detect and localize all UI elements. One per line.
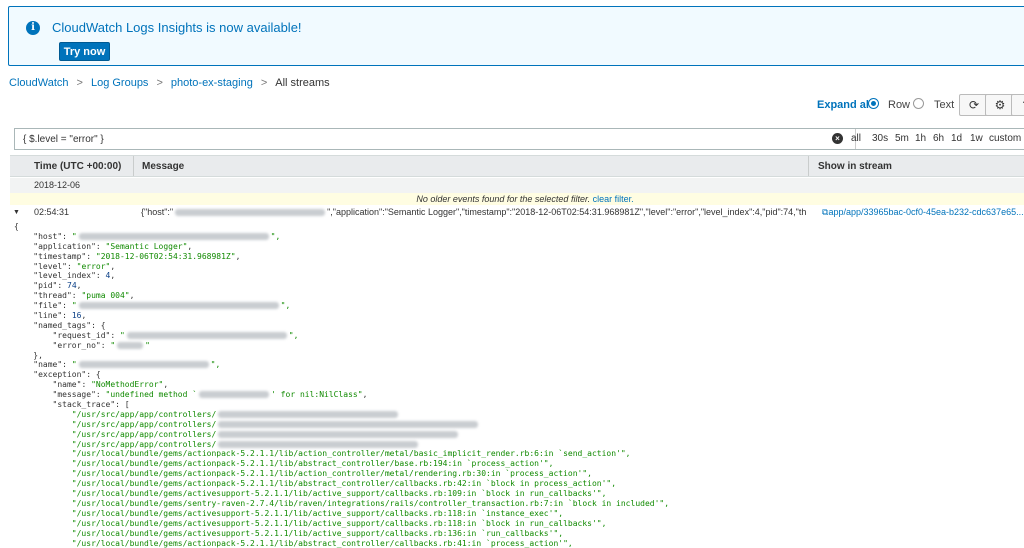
json-line: "pid": 74,: [33, 281, 82, 291]
json-line: "name": " ",: [33, 360, 221, 370]
help-button[interactable]: ?: [1011, 94, 1024, 116]
notice-text: No older events found for the selected f…: [416, 194, 591, 204]
json-line: "/usr/local/bundle/gems/actionpack-5.2.1…: [71, 538, 573, 548]
view-controls: Expand all Row Text ⟳ ⚙ ?: [0, 94, 1024, 118]
range-1w[interactable]: 1w: [970, 133, 983, 144]
json-line: "request_id": " ",: [52, 330, 299, 340]
json-line: "/usr/local/bundle/gems/sentry-raven-2.7…: [71, 498, 670, 508]
message-column-header: Message: [142, 161, 185, 172]
event-message: {"host":" ","application":"Semantic Logge…: [141, 207, 807, 217]
json-line: "/usr/local/bundle/gems/activesupport-5.…: [71, 508, 564, 518]
event-time: 02:54:31: [34, 207, 70, 217]
date-group-row: 2018-12-06: [10, 178, 1024, 193]
log-event-row[interactable]: ▼ 02:54:31 {"host":" ","application":"Sem…: [10, 205, 1024, 220]
json-line: "level": "error",: [33, 261, 116, 271]
clear-filter-icon[interactable]: ×: [832, 133, 843, 144]
json-line: "/usr/local/bundle/gems/actionpack-5.2.1…: [71, 469, 592, 479]
json-line: "host": " ",: [33, 231, 281, 241]
range-5m[interactable]: 5m: [895, 133, 909, 144]
text-view-label: Text: [934, 99, 955, 111]
json-line: "/usr/src/app/app/controllers/: [14, 420, 1024, 430]
json-line: "/usr/local/bundle/gems/actionpack-5.2.1…: [71, 479, 617, 489]
insights-banner: i CloudWatch Logs Insights is now availa…: [8, 6, 1024, 66]
json-line: "stack_trace": [: [52, 400, 130, 410]
time-column-header[interactable]: Time (UTC +00:00): [34, 161, 121, 172]
json-line: "named_tags": {: [33, 320, 106, 330]
filter-bar: × all 30s 5m 1h 6h 1d 1w custom ▾: [14, 128, 1024, 150]
redacted-value: [218, 410, 399, 418]
clear-filter-link[interactable]: clear filter.: [593, 194, 634, 204]
json-line: "exception": {: [33, 370, 101, 380]
json-line: "name": "NoMethodError",: [52, 380, 169, 390]
text-view-radio[interactable]: [913, 98, 924, 109]
breadcrumb: CloudWatch > Log Groups > photo-ex-staging > A…: [9, 77, 330, 89]
json-line: "/usr/src/app/app/controllers/: [14, 410, 1024, 420]
redacted-value: [126, 331, 287, 339]
json-line: "level_index": 4,: [33, 271, 116, 281]
json-line: "application": "Semantic Logger",: [33, 241, 193, 251]
expand-caret-icon[interactable]: ▼: [13, 205, 20, 220]
breadcrumb-separator: >: [76, 77, 83, 89]
json-line: "timestamp": "2018-12-06T02:54:31.968981…: [33, 251, 241, 261]
redacted-value: [218, 430, 459, 438]
event-json-detail: { "host": " ", "application": "Semantic L…: [14, 222, 1024, 548]
events-table-header: Time (UTC +00:00) Message Show in stream: [10, 155, 1024, 177]
redacted-value: [175, 209, 326, 217]
redacted-value: [78, 232, 269, 240]
redacted-value: [117, 341, 144, 349]
json-line: "/usr/local/bundle/gems/activesupport-5.…: [71, 489, 607, 499]
row-view-radio[interactable]: [868, 98, 879, 109]
json-line: "line": 16,: [33, 311, 87, 321]
json-line: "error_no": " ": [52, 340, 150, 350]
json-line: "message": "undefined method ` ' for nil:…: [52, 390, 368, 400]
banner-title: CloudWatch Logs Insights is now availabl…: [52, 20, 302, 35]
json-line: "/usr/src/app/app/controllers/: [14, 440, 1024, 450]
json-line: "thread": "puma 004",: [33, 291, 135, 301]
info-icon: i: [26, 21, 40, 35]
json-line: "/usr/src/app/app/controllers/: [14, 430, 1024, 440]
range-30s[interactable]: 30s: [872, 133, 888, 144]
breadcrumb-separator: >: [260, 77, 268, 89]
stream-column-header: Show in stream: [818, 161, 892, 172]
json-line: "/usr/local/bundle/gems/actionpack-5.2.1…: [71, 459, 554, 469]
try-now-button[interactable]: Try now: [59, 42, 110, 61]
json-line: },: [33, 350, 43, 360]
column-divider: [133, 156, 134, 176]
redacted-value: [78, 361, 209, 369]
breadcrumb-cloudwatch[interactable]: CloudWatch: [9, 77, 69, 89]
no-older-events-notice: No older events found for the selected f…: [10, 193, 1024, 205]
range-all[interactable]: all: [851, 133, 861, 144]
column-divider: [808, 156, 809, 176]
json-line: "/usr/local/bundle/gems/activesupport-5.…: [71, 528, 564, 538]
refresh-icon: ⟳: [968, 98, 980, 112]
range-1h[interactable]: 1h: [915, 133, 926, 144]
range-6h[interactable]: 6h: [933, 133, 944, 144]
range-custom[interactable]: custom ▾: [989, 133, 1024, 144]
json-line: {: [14, 222, 19, 231]
redacted-value: [218, 440, 419, 448]
json-line: "/usr/local/bundle/gems/actionpack-5.2.1…: [71, 449, 631, 459]
json-line: "file": " ",: [33, 301, 291, 311]
redacted-value: [199, 391, 270, 399]
settings-icon: ⚙: [994, 98, 1006, 112]
breadcrumb-log-group[interactable]: photo-ex-staging: [171, 77, 253, 89]
row-view-label: Row: [888, 99, 911, 111]
breadcrumb-current: All streams: [275, 77, 330, 89]
expand-all-link[interactable]: Expand all: [817, 99, 872, 111]
redacted-value: [218, 420, 479, 428]
show-in-stream-link[interactable]: ⧉app/app/33965bac-0cf0-45ea-b232-cdc637e…: [822, 205, 1024, 220]
breadcrumb-log-groups[interactable]: Log Groups: [91, 77, 148, 89]
redacted-value: [78, 302, 279, 310]
breadcrumb-separator: >: [156, 77, 163, 89]
filter-input[interactable]: [15, 129, 845, 149]
json-line: "/usr/local/bundle/gems/activesupport-5.…: [71, 518, 607, 528]
range-1d[interactable]: 1d: [951, 133, 962, 144]
